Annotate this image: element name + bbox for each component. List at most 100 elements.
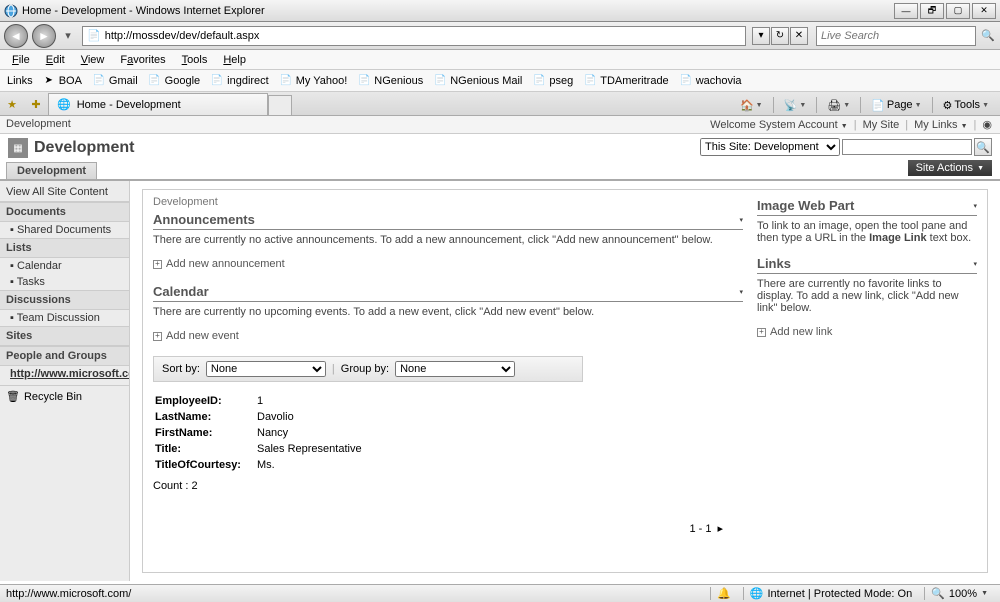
search-input[interactable] — [821, 30, 971, 42]
chevron-down-icon[interactable]: ▾ — [739, 216, 743, 224]
search-scope-select[interactable]: This Site: Development — [700, 138, 840, 156]
field-value: Sales Representative — [257, 442, 368, 456]
link-wachovia[interactable]: 📄wachovia — [675, 72, 746, 90]
webpart-image-title[interactable]: Image Web Part▾ — [757, 196, 977, 216]
link-tdameritrade[interactable]: 📄TDAmeritrade — [579, 72, 672, 90]
chevron-down-icon[interactable]: ▾ — [973, 260, 977, 268]
back-button[interactable]: ◄ — [4, 24, 28, 48]
site-search: This Site: Development 🔍 — [700, 138, 992, 156]
plus-icon: + — [153, 260, 162, 269]
link-ingdirect[interactable]: 📄ingdirect — [206, 72, 273, 90]
nav-shared-documents[interactable]: ▪ Shared Documents — [0, 222, 129, 238]
menu-bar: File Edit View Favorites Tools Help — [0, 50, 1000, 70]
group-select[interactable]: None — [395, 361, 515, 377]
browser-tab[interactable]: 🌐 Home - Development — [48, 93, 268, 115]
pager-next[interactable]: ▸ — [717, 522, 723, 535]
help-icon[interactable]: ◉ — [982, 118, 992, 131]
add-announcement-link[interactable]: +Add new announcement — [153, 256, 743, 272]
close-button[interactable]: ✕ — [972, 3, 996, 19]
mysite-link[interactable]: My Site — [863, 119, 900, 131]
page-icon: 📄 — [279, 74, 293, 88]
link-pseg[interactable]: 📄pseg — [528, 72, 577, 90]
site-breadcrumb: Development Welcome System Account ▼ | M… — [0, 116, 1000, 134]
menu-help[interactable]: Help — [215, 52, 254, 68]
recent-pages-dropdown[interactable]: ▾ — [60, 26, 76, 46]
menu-view[interactable]: View — [73, 52, 113, 68]
breadcrumb-text[interactable]: Development — [6, 118, 71, 130]
topnav-tab-development[interactable]: Development — [6, 162, 97, 179]
ie-icon: 🌐 — [57, 98, 71, 111]
group-label: Group by: — [341, 363, 389, 375]
forward-button[interactable]: ► — [32, 24, 56, 48]
link-gmail[interactable]: 📄Gmail — [88, 72, 142, 90]
webpart-announcements-title[interactable]: Announcements▾ — [153, 210, 743, 230]
restore-button[interactable]: 🗗 — [920, 3, 944, 19]
site-actions-menu[interactable]: Site Actions▼ — [908, 160, 992, 176]
navigation-bar: ◄ ► ▾ 📄 ▾ ↻ ✕ 🔍 — [0, 22, 1000, 50]
field-label: EmployeeID: — [155, 394, 255, 408]
mylinks-menu[interactable]: My Links ▼ — [914, 119, 967, 131]
chevron-down-icon[interactable]: ▾ — [739, 288, 743, 296]
recycle-icon: 🗑 — [6, 390, 20, 403]
address-bar[interactable]: 📄 — [82, 26, 746, 46]
page-icon: 📄 — [148, 74, 162, 88]
refresh-button[interactable]: ↻ — [771, 27, 789, 45]
search-box[interactable] — [816, 26, 976, 46]
link-ngenious[interactable]: 📄NGenious — [353, 72, 427, 90]
site-search-go[interactable]: 🔍 — [974, 138, 992, 156]
favorites-center-button[interactable]: ★ — [0, 93, 24, 115]
feeds-button[interactable]: 📡▼ — [779, 95, 812, 115]
webpart-links-title[interactable]: Links▾ — [757, 254, 977, 274]
internet-icon: 🌐 — [750, 587, 764, 600]
print-button[interactable]: 🖨▼ — [822, 95, 855, 115]
sort-select[interactable]: None — [206, 361, 326, 377]
add-favorites-button[interactable]: ✚ — [24, 93, 48, 115]
webpart-calendar-title[interactable]: Calendar▾ — [153, 282, 743, 302]
link-boa[interactable]: ➤BOA — [38, 72, 86, 90]
view-all-site-content[interactable]: View All Site Content — [0, 183, 129, 202]
page-icon: 📄 — [679, 74, 693, 88]
home-button[interactable]: 🏠▼ — [735, 95, 768, 115]
field-value: Ms. — [257, 458, 368, 472]
link-google[interactable]: 📄Google — [144, 72, 204, 90]
ie-icon — [4, 4, 18, 18]
link-ngeniousmail[interactable]: 📄NGenious Mail — [429, 72, 526, 90]
status-popups-icon[interactable]: 🔔 — [710, 587, 737, 600]
field-value: 1 — [257, 394, 368, 408]
add-link-link[interactable]: +Add new link — [757, 324, 977, 340]
webpart-calendar-body: There are currently no upcoming events. … — [153, 302, 743, 328]
status-bar: http://www.microsoft.com/ 🔔 🌐 Internet |… — [0, 584, 1000, 602]
recycle-bin[interactable]: 🗑 Recycle Bin — [0, 385, 129, 407]
address-dropdown[interactable]: ▾ — [752, 27, 770, 45]
search-go-button[interactable]: 🔍 — [980, 26, 996, 46]
page-menu[interactable]: 📄 Page▼ — [866, 95, 926, 115]
plus-icon: + — [757, 328, 766, 337]
window-title: Home - Development - Windows Internet Ex… — [22, 5, 894, 17]
page-icon: 📄 — [92, 74, 106, 88]
nav-calendar[interactable]: ▪ Calendar — [0, 258, 129, 274]
add-event-link[interactable]: +Add new event — [153, 328, 743, 344]
site-search-input[interactable] — [842, 139, 972, 155]
maximize-button[interactable]: ▢ — [946, 3, 970, 19]
sort-label: Sort by: — [162, 363, 200, 375]
welcome-menu[interactable]: Welcome System Account ▼ — [710, 119, 848, 131]
status-zoom[interactable]: 🔍 100% ▼ — [924, 587, 994, 600]
field-label: TitleOfCourtesy: — [155, 458, 255, 472]
menu-file[interactable]: File — [4, 52, 38, 68]
menu-tools[interactable]: Tools — [174, 52, 216, 68]
address-input[interactable] — [105, 30, 741, 42]
nav-header-sites: Sites — [0, 326, 129, 346]
nav-header-lists: Lists — [0, 238, 129, 258]
minimize-button[interactable]: — — [894, 3, 918, 19]
nav-team-discussion[interactable]: ▪ Team Discussion — [0, 310, 129, 326]
chevron-down-icon[interactable]: ▾ — [973, 202, 977, 210]
menu-edit[interactable]: Edit — [38, 52, 73, 68]
nav-tasks[interactable]: ▪ Tasks — [0, 274, 129, 290]
menu-favorites[interactable]: Favorites — [112, 52, 173, 68]
new-tab-button[interactable] — [268, 95, 292, 115]
tools-menu[interactable]: ⚙ Tools▼ — [938, 95, 995, 115]
field-label: LastName: — [155, 410, 255, 424]
nav-external-link[interactable]: http://www.microsoft.com — [0, 366, 129, 382]
stop-button[interactable]: ✕ — [790, 27, 808, 45]
link-myyahoo[interactable]: 📄My Yahoo! — [275, 72, 352, 90]
